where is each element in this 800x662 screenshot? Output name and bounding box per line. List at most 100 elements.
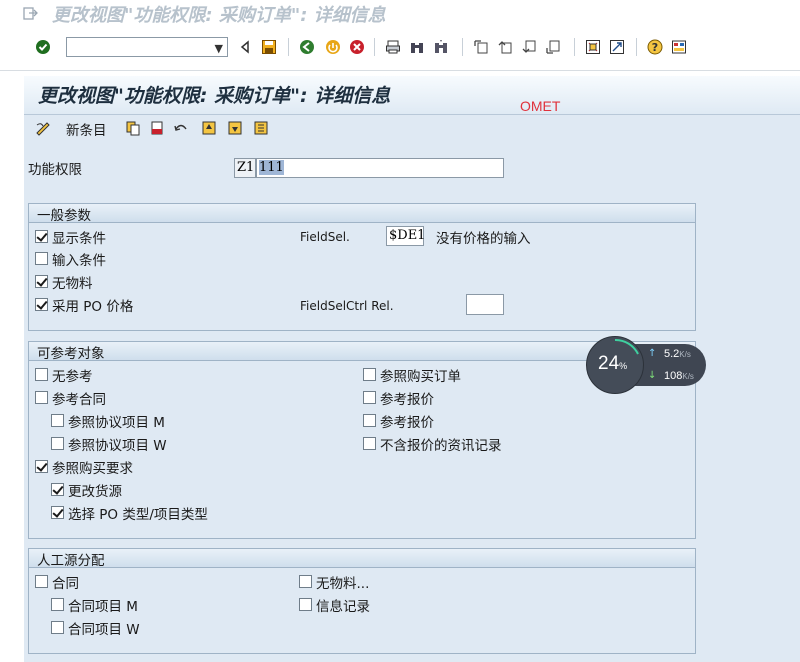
new-session-icon[interactable] — [584, 38, 602, 56]
download-speed-value: 108 — [664, 370, 683, 382]
upload-speed: 5.2K/s — [664, 348, 691, 360]
page-title: 更改视图"功能权限: 采购订单": 详细信息 — [38, 85, 391, 107]
no-reference-checkbox[interactable] — [35, 368, 48, 381]
command-field[interactable]: ▼ — [66, 37, 228, 57]
reference-contract-checkbox[interactable] — [35, 391, 48, 404]
group-title: 一般参数 — [37, 208, 91, 224]
undo-icon[interactable] — [172, 119, 190, 137]
svg-text:?: ? — [652, 41, 658, 54]
group-title: 人工源分配 — [37, 553, 105, 569]
fieldsel-input[interactable]: $DE1 — [386, 226, 426, 246]
download-speed: 108K/s — [664, 370, 694, 382]
reference-purchase-requisition-checkbox[interactable] — [35, 460, 48, 473]
reference-quotation-label: 参考报价 — [380, 392, 434, 408]
delete-icon[interactable] — [148, 119, 166, 137]
display-conditions-checkbox[interactable] — [35, 230, 48, 243]
download-arrow-icon: ↓ — [648, 370, 657, 381]
reference-purchase-order-label: 参照购买订单 — [380, 369, 461, 385]
fieldselctrl-label: FieldSelCtrl Rel. — [300, 299, 394, 313]
info-record-without-quote-checkbox[interactable] — [363, 437, 376, 450]
fieldsel-description: 没有价格的输入 — [436, 231, 531, 247]
group-title: 可参考对象 — [37, 346, 105, 362]
info-record-checkbox[interactable] — [299, 598, 312, 611]
no-material-manual-label: 无物料... — [316, 576, 370, 592]
exit-yellow-icon[interactable] — [324, 38, 342, 56]
agreement-item-w-label: 参照协议项目 W — [68, 438, 167, 454]
fieldselctrl-input[interactable] — [466, 294, 504, 315]
usage-percent-value: 24 — [598, 353, 620, 374]
agreement-item-m-label: 参照协议项目 M — [68, 415, 165, 431]
save-icon[interactable] — [260, 38, 278, 56]
select-po-type-label: 选择 PO 类型/项目类型 — [68, 507, 208, 523]
use-po-price-checkbox[interactable] — [35, 298, 48, 311]
reference-purchase-order-checkbox[interactable] — [363, 368, 376, 381]
function-authorization-field[interactable]: 111 — [256, 158, 504, 178]
new-entries-button[interactable]: 新条目 — [66, 119, 107, 139]
contract-item-w-label: 合同项目 W — [68, 622, 140, 638]
agreement-item-m-checkbox[interactable] — [51, 414, 64, 427]
contract-label: 合同 — [52, 576, 79, 592]
info-record-without-quote-label: 不含报价的资讯记录 — [380, 438, 502, 454]
agreement-item-w-checkbox[interactable] — [51, 437, 64, 450]
application-toolbar: 新条目 — [24, 115, 800, 143]
reference-quotation-2-label: 参考报价 — [380, 415, 434, 431]
reference-contract-label: 参考合同 — [52, 392, 106, 408]
dropdown-arrow-icon[interactable]: ▼ — [215, 42, 223, 55]
customize-layout-icon[interactable] — [670, 38, 688, 56]
overlay-text: OMET — [520, 98, 561, 114]
no-material-label: 无物料 — [52, 276, 93, 292]
fieldsel-value: $DE1 — [389, 228, 426, 243]
select-po-type-checkbox[interactable] — [51, 506, 64, 519]
function-authorization-value: 111 — [259, 160, 284, 175]
upload-speed-value: 5.2 — [664, 348, 680, 360]
usage-percent: 24% — [598, 353, 627, 375]
help-icon[interactable]: ? — [646, 38, 664, 56]
select-block-icon[interactable] — [252, 119, 270, 137]
no-reference-label: 无参考 — [52, 369, 93, 385]
next-page-icon[interactable] — [520, 38, 538, 56]
find-next-icon[interactable] — [432, 38, 450, 56]
change-source-checkbox[interactable] — [51, 483, 64, 496]
reference-quotation-2-checkbox[interactable] — [363, 414, 376, 427]
window-title: 更改视图"功能权限: 采购订单": 详细信息 — [52, 5, 386, 26]
shortcut-icon[interactable] — [608, 38, 626, 56]
no-material-manual-checkbox[interactable] — [299, 575, 312, 588]
back-icon[interactable] — [298, 38, 316, 56]
download-speed-unit: K/s — [682, 372, 694, 381]
change-source-label: 更改货源 — [68, 484, 122, 500]
find-icon[interactable] — [408, 38, 426, 56]
enter-check-icon[interactable] — [34, 38, 52, 56]
previous-entry-icon[interactable] — [200, 119, 218, 137]
function-authorization-label: 功能权限 — [28, 162, 82, 178]
upload-speed-unit: K/s — [679, 350, 691, 359]
print-icon[interactable] — [384, 38, 402, 56]
key-prefix-field: Z1 — [234, 158, 256, 178]
first-page-icon[interactable] — [472, 38, 490, 56]
history-back-icon[interactable] — [236, 38, 254, 56]
input-conditions-checkbox[interactable] — [35, 252, 48, 265]
contract-item-w-checkbox[interactable] — [51, 621, 64, 634]
cancel-icon[interactable] — [348, 38, 366, 56]
exit-icon[interactable] — [22, 5, 38, 21]
reference-purchase-requisition-label: 参照购买要求 — [52, 461, 133, 477]
display-change-icon[interactable] — [34, 119, 52, 137]
key-prefix-value: Z1 — [237, 160, 255, 175]
network-speed-widget[interactable]: 24% ↑ 5.2K/s ↓ 108K/s — [586, 336, 708, 396]
no-material-checkbox[interactable] — [35, 275, 48, 288]
standard-toolbar: ▼ ? — [0, 34, 800, 62]
copy-icon[interactable] — [124, 119, 142, 137]
reference-quotation-checkbox[interactable] — [363, 391, 376, 404]
use-po-price-label: 采用 PO 价格 — [52, 299, 134, 315]
last-page-icon[interactable] — [544, 38, 562, 56]
previous-page-icon[interactable] — [496, 38, 514, 56]
fieldsel-label: FieldSel. — [300, 230, 350, 244]
upload-arrow-icon: ↑ — [648, 348, 657, 359]
display-conditions-label: 显示条件 — [52, 231, 106, 247]
contract-item-m-checkbox[interactable] — [51, 598, 64, 611]
info-record-label: 信息记录 — [316, 599, 370, 615]
window-title-bar: 更改视图"功能权限: 采购订单": 详细信息 — [0, 0, 800, 26]
next-entry-icon[interactable] — [226, 119, 244, 137]
input-conditions-label: 输入条件 — [52, 253, 106, 269]
contract-item-m-label: 合同项目 M — [68, 599, 138, 615]
contract-checkbox[interactable] — [35, 575, 48, 588]
